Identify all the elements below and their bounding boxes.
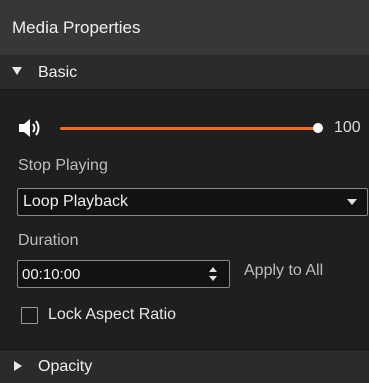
- section-header-basic[interactable]: Basic: [0, 56, 369, 90]
- duration-value: 00:10:00: [22, 266, 81, 283]
- stepper-down-icon[interactable]: [209, 276, 217, 281]
- section-label-basic: Basic: [38, 64, 78, 81]
- duration-label: Duration: [18, 232, 79, 249]
- panel-title-bar: Media Properties: [0, 0, 369, 56]
- chevron-down-icon: [347, 199, 357, 205]
- volume-value: 100: [334, 119, 361, 136]
- apply-to-all-button[interactable]: Apply to All: [244, 262, 323, 280]
- section-label-opacity: Opacity: [38, 358, 93, 375]
- lock-aspect-ratio-label[interactable]: Lock Aspect Ratio: [48, 306, 176, 324]
- duration-time-input[interactable]: 00:10:00: [17, 260, 230, 288]
- expand-triangle-down-icon: [12, 67, 22, 75]
- stepper-up-icon[interactable]: [209, 267, 217, 272]
- lock-aspect-ratio-checkbox[interactable]: [21, 307, 38, 324]
- stop-playing-label: Stop Playing: [18, 157, 108, 174]
- media-properties-panel: Media Properties Basic 100 Stop Playing …: [0, 0, 369, 383]
- section-header-opacity[interactable]: Opacity: [0, 349, 369, 383]
- panel-title: Media Properties: [12, 18, 141, 37]
- stop-playing-dropdown[interactable]: Loop Playback: [17, 188, 368, 216]
- expand-triangle-right-icon: [14, 361, 22, 371]
- volume-slider-thumb[interactable]: [313, 123, 323, 133]
- stop-playing-selected: Loop Playback: [23, 193, 128, 210]
- speaker-volume-icon[interactable]: [18, 117, 42, 139]
- volume-slider-track[interactable]: [60, 127, 318, 130]
